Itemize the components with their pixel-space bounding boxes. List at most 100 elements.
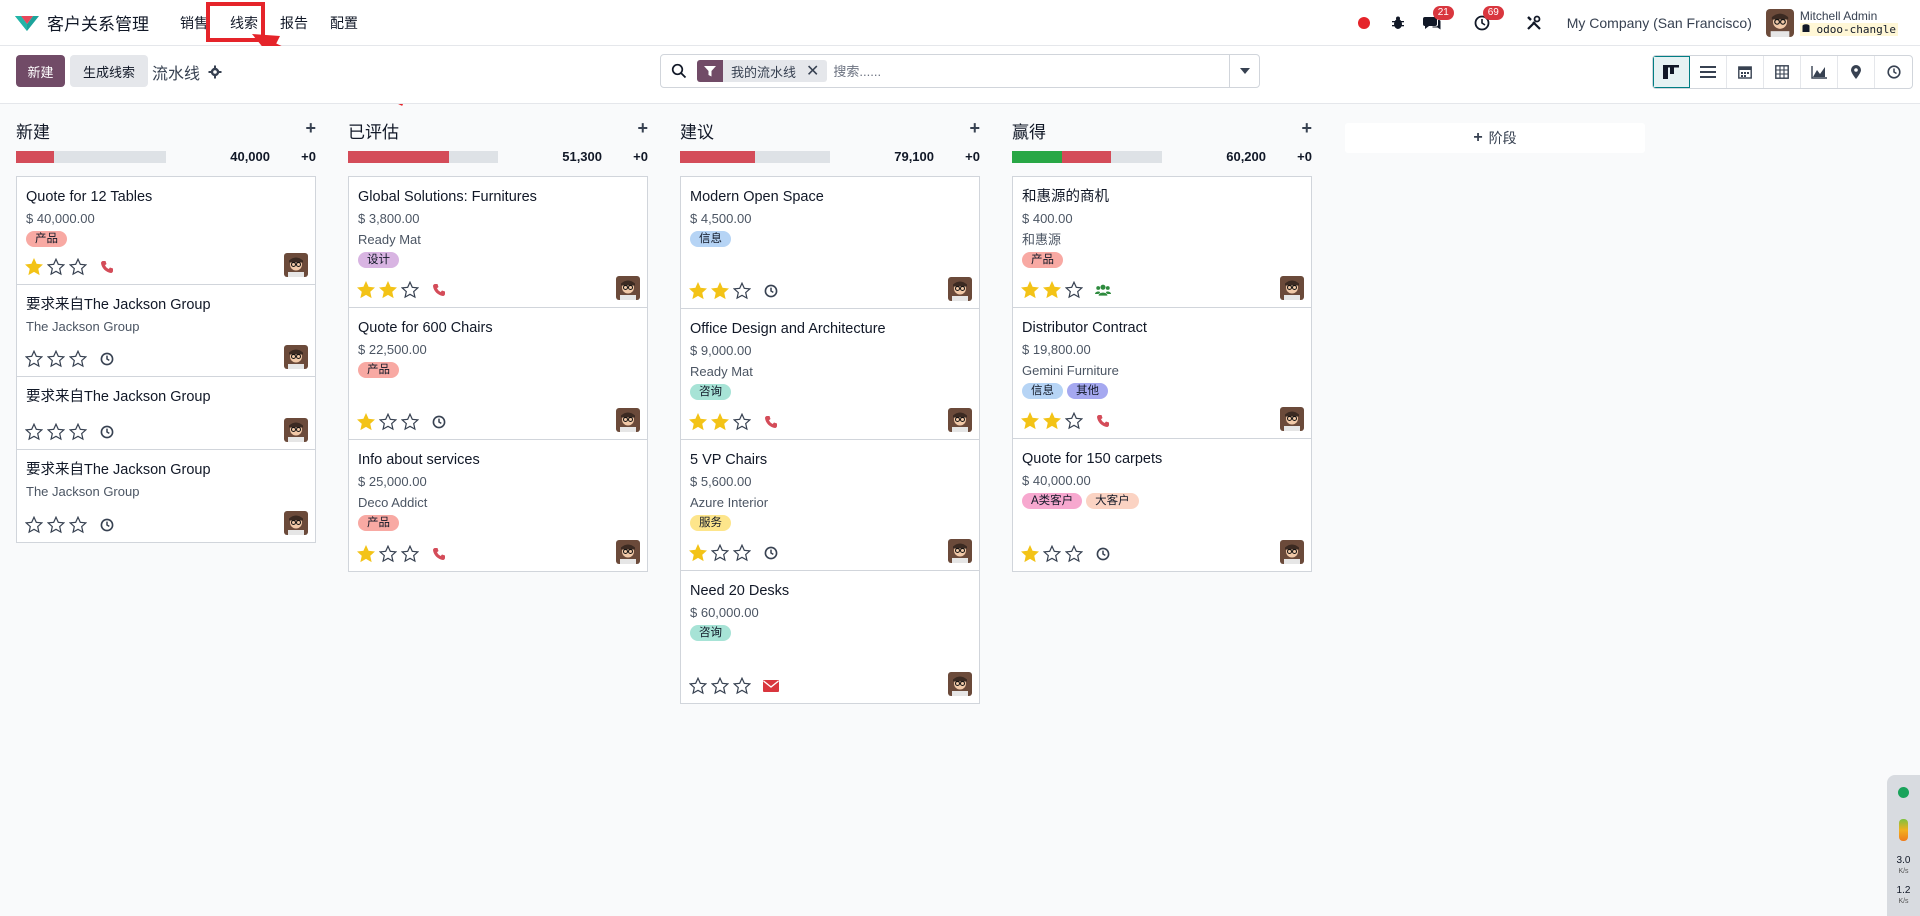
progress-segment[interactable] (1012, 151, 1062, 163)
star-empty-icon[interactable] (733, 677, 751, 695)
star-empty-icon[interactable] (25, 350, 43, 368)
debug-button[interactable] (1387, 12, 1409, 34)
star-empty-icon[interactable] (401, 545, 419, 563)
activity-users-button[interactable] (1095, 282, 1111, 298)
salesperson-avatar[interactable] (948, 408, 972, 432)
star-filled-icon[interactable] (357, 545, 375, 563)
star-empty-icon[interactable] (69, 516, 87, 534)
lead-card[interactable]: 5 VP Chairs $ 5,600.00 Azure Interior 服务 (681, 440, 979, 571)
star-empty-icon[interactable] (733, 544, 751, 562)
new-button[interactable]: 新建 (16, 55, 65, 87)
star-filled-icon[interactable] (379, 281, 397, 299)
salesperson-avatar[interactable] (1280, 276, 1304, 300)
quick-create-button[interactable]: + (637, 118, 648, 139)
quick-create-button[interactable]: + (969, 118, 980, 139)
menu-config[interactable]: 配置 (319, 0, 369, 46)
activity-mail-button[interactable] (763, 678, 779, 694)
salesperson-avatar[interactable] (948, 277, 972, 301)
star-empty-icon[interactable] (379, 545, 397, 563)
activity-clock-button[interactable] (99, 517, 115, 533)
activity-phone-button[interactable] (1095, 413, 1111, 429)
column-progress-bar[interactable] (16, 151, 166, 163)
star-empty-icon[interactable] (69, 423, 87, 441)
activity-phone-button[interactable] (431, 282, 447, 298)
lead-card[interactable]: 和惠源的商机 $ 400.00 和惠源 产品 (1013, 177, 1311, 308)
lead-card[interactable]: 要求来自The Jackson Group The Jackson Group (17, 285, 315, 377)
salesperson-avatar[interactable] (284, 511, 308, 535)
star-empty-icon[interactable] (69, 258, 87, 276)
activity-view-button[interactable] (1875, 56, 1912, 88)
lead-card[interactable]: Quote for 150 carpets $ 40,000.00 A类客户 大客户 (1013, 439, 1311, 571)
lead-card[interactable]: Need 20 Desks $ 60,000.00 咨询 (681, 571, 979, 703)
lead-card[interactable]: Quote for 12 Tables $ 40,000.00 产品 (17, 177, 315, 285)
gear-icon[interactable] (208, 65, 222, 79)
star-empty-icon[interactable] (47, 258, 65, 276)
salesperson-avatar[interactable] (616, 408, 640, 432)
lead-card[interactable]: 要求来自The Jackson Group The Jackson Group (17, 450, 315, 542)
star-filled-icon[interactable] (689, 282, 707, 300)
star-filled-icon[interactable] (1043, 412, 1061, 430)
column-title[interactable]: 新建 (16, 118, 50, 143)
star-empty-icon[interactable] (1065, 412, 1083, 430)
user-menu[interactable]: Mitchell Admin odoo-changle (1799, 10, 1898, 36)
salesperson-avatar[interactable] (284, 253, 308, 277)
close-icon[interactable]: ✕ (804, 61, 827, 81)
quick-create-button[interactable]: + (1301, 118, 1312, 139)
search-input[interactable] (833, 56, 1229, 86)
salesperson-avatar[interactable] (284, 418, 308, 442)
progress-segment[interactable] (348, 151, 449, 163)
column-title[interactable]: 赢得 (1012, 118, 1046, 143)
activity-clock-button[interactable] (99, 424, 115, 440)
lead-card[interactable]: Global Solutions: Furnitures $ 3,800.00 Re… (349, 177, 647, 308)
star-filled-icon[interactable] (711, 282, 729, 300)
star-filled-icon[interactable] (1021, 281, 1039, 299)
activity-clock-button[interactable] (431, 414, 447, 430)
star-filled-icon[interactable] (357, 281, 375, 299)
star-empty-icon[interactable] (711, 544, 729, 562)
column-progress-bar[interactable] (1012, 151, 1162, 163)
salesperson-avatar[interactable] (1280, 540, 1304, 564)
activity-phone-button[interactable] (763, 414, 779, 430)
star-empty-icon[interactable] (733, 282, 751, 300)
map-view-button[interactable] (1838, 56, 1875, 88)
star-empty-icon[interactable] (401, 281, 419, 299)
progress-segment[interactable] (680, 151, 755, 163)
star-empty-icon[interactable] (69, 350, 87, 368)
calendar-view-button[interactable] (1727, 56, 1764, 88)
activity-phone-button[interactable] (431, 546, 447, 562)
activity-clock-button[interactable] (1095, 546, 1111, 562)
add-stage-button[interactable]: + 阶段 (1345, 123, 1645, 153)
star-empty-icon[interactable] (25, 516, 43, 534)
progress-segment[interactable] (16, 151, 54, 163)
lead-card[interactable]: Quote for 600 Chairs $ 22,500.00 产品 (349, 308, 647, 440)
menu-reports[interactable]: 报告 (269, 0, 319, 46)
search-options-toggle[interactable] (1229, 55, 1259, 87)
messages-button[interactable]: 21 (1421, 6, 1454, 34)
salesperson-avatar[interactable] (948, 539, 972, 563)
column-progress-bar[interactable] (348, 151, 498, 163)
lead-card[interactable]: Office Design and Architecture $ 9,000.00… (681, 309, 979, 440)
filter-facet[interactable]: 我的流水线 ✕ (697, 60, 828, 82)
salesperson-avatar[interactable] (616, 276, 640, 300)
star-empty-icon[interactable] (1043, 545, 1061, 563)
salesperson-avatar[interactable] (1280, 407, 1304, 431)
star-filled-icon[interactable] (25, 258, 43, 276)
star-empty-icon[interactable] (379, 413, 397, 431)
star-empty-icon[interactable] (47, 423, 65, 441)
star-filled-icon[interactable] (1021, 545, 1039, 563)
column-progress-bar[interactable] (680, 151, 830, 163)
list-view-button[interactable] (1690, 56, 1727, 88)
activity-clock-button[interactable] (99, 351, 115, 367)
app-brand[interactable]: 客户关系管理 (14, 10, 149, 35)
column-title[interactable]: 建议 (680, 118, 714, 143)
star-empty-icon[interactable] (689, 677, 707, 695)
star-empty-icon[interactable] (47, 516, 65, 534)
star-empty-icon[interactable] (25, 423, 43, 441)
recording-indicator[interactable] (1353, 12, 1375, 34)
settings-shortcut[interactable] (1523, 12, 1545, 34)
star-filled-icon[interactable] (357, 413, 375, 431)
kanban-view-button[interactable] (1653, 56, 1690, 88)
star-empty-icon[interactable] (401, 413, 419, 431)
pivot-view-button[interactable] (1764, 56, 1801, 88)
generate-leads-button[interactable]: 生成线索 (70, 55, 148, 87)
